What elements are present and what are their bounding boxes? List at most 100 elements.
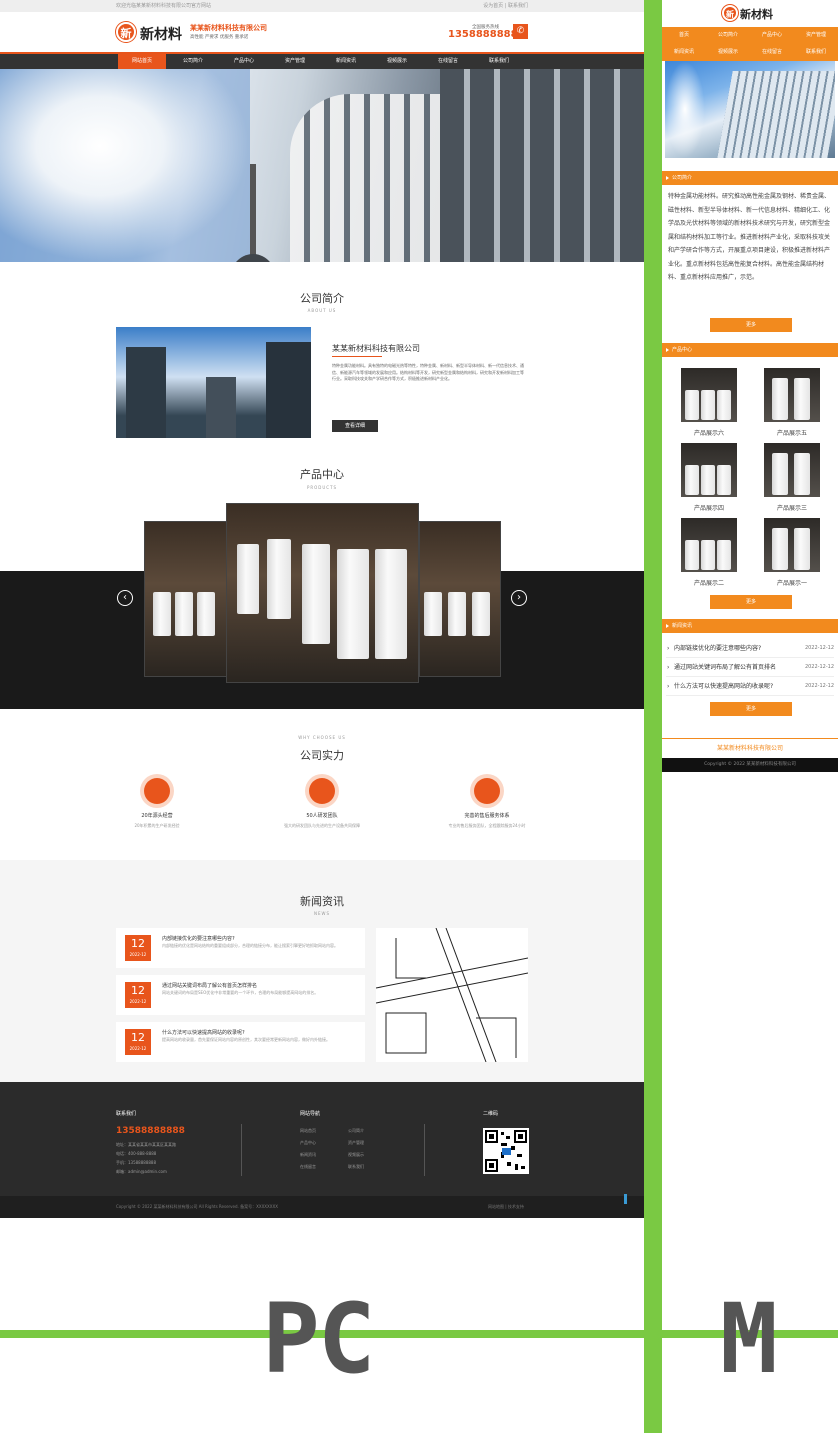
phone-icon: ✆ (513, 24, 528, 39)
footer-nav-link[interactable]: 视频展示 (348, 1152, 364, 1158)
main-nav: 网站首页 公司简介 产品中心 资产管理 新闻资讯 视频展示 在线留言 联系我们 (0, 52, 644, 69)
footer-divider (424, 1124, 425, 1176)
bucket (794, 528, 810, 570)
news-item[interactable]: 12 2022-12 通过网站关键词布局了解公有首页怎样排名 网站关键词的布局是S… (116, 975, 365, 1015)
top-links[interactable]: 设为首页 | 联系我们 (483, 0, 528, 12)
m-news-item[interactable]: 通过网站关键词布局了解公有首页排名 2022-12-12 (666, 658, 834, 677)
m-cloud (665, 61, 705, 158)
footer-nav-link[interactable]: 公司简介 (348, 1128, 364, 1134)
carousel-next-button[interactable]: › (511, 590, 527, 606)
nav-news[interactable]: 新闻资讯 (322, 54, 370, 69)
nav-about[interactable]: 公司简介 (169, 54, 217, 69)
nav-home[interactable]: 网站首页 (118, 54, 166, 69)
m-product-image (764, 368, 820, 422)
m-news-title: 内部链接优化的要注意哪些内容? (674, 645, 762, 652)
strength-title: 公司实力 (300, 749, 344, 762)
bucket (794, 378, 810, 420)
m-product-card[interactable]: 产品展示二 (681, 518, 737, 587)
m-nav-item[interactable]: 在线留言 (750, 44, 794, 61)
m-nav-item[interactable]: 产品中心 (750, 27, 794, 44)
m-news-item[interactable]: 内部链接优化的要注意哪些内容? 2022-12-12 (666, 639, 834, 658)
logo-icon: 新 (116, 22, 136, 42)
m-nav-item[interactable]: 公司简介 (706, 27, 750, 44)
copyright: Copyright © 2022 某某新材料科技有限公司 All Rights … (116, 1204, 279, 1209)
m-news-date: 2022-12-12 (804, 683, 834, 689)
news-item-title: 通过网站关键词布局了解公有首页怎样排名 (162, 983, 258, 989)
m-nav-item[interactable]: 视频展示 (706, 44, 750, 61)
nav-video[interactable]: 视频展示 (373, 54, 421, 69)
m-products-more-button[interactable]: 更多 (710, 595, 792, 609)
footer-nav-link[interactable]: 在线留言 (300, 1164, 316, 1170)
news-item[interactable]: 12 2022-12 什么方法可以快速提高网站的收录呢? 提高网站的收录量，首先要… (116, 1022, 365, 1062)
strength-item: 完善的售后服务体系 专业的售后服务团队，全程跟踪服务24小时 (437, 778, 537, 829)
m-product-caption: 产品展示六 (693, 430, 724, 437)
about-more-button[interactable]: 查看详细 (332, 420, 378, 432)
strength-icon (309, 778, 335, 804)
m-label: M (720, 1283, 778, 1395)
tower-mast (250, 164, 256, 262)
news-day: 12 (131, 984, 145, 997)
products-subtitle: PRODUCTS (306, 485, 338, 490)
nav-message[interactable]: 在线留言 (424, 54, 472, 69)
m-product-caption: 产品展示二 (693, 580, 724, 587)
m-nav-item[interactable]: 新闻资讯 (662, 44, 706, 61)
m-news-item[interactable]: 什么方法可以快速提高网站的收录呢? 2022-12-12 (666, 677, 834, 696)
about-subtitle: ABOUT US (307, 308, 337, 313)
bucket (794, 453, 810, 495)
mobile-preview: 新 新材料 首页 公司简介 产品中心 资产管理 新闻资讯 视频展示 在线留言 联… (662, 0, 838, 1433)
about-company: 某某新材料科技有限公司 (332, 344, 420, 353)
building-metal (440, 69, 644, 262)
m-product-card[interactable]: 产品展示五 (764, 368, 820, 437)
m-product-card[interactable]: 产品展示六 (681, 368, 737, 437)
footer-nav-link[interactable]: 联系我们 (348, 1164, 364, 1170)
footer-divider (241, 1124, 242, 1176)
company-name: 某某新材料科技有限公司 (190, 24, 267, 32)
bucket (701, 390, 715, 420)
m-product-caption: 产品展示四 (693, 505, 724, 512)
footer-nav-link[interactable]: 网站首页 (300, 1128, 316, 1134)
footer-nav-link[interactable]: 资产管理 (348, 1140, 364, 1146)
bucket (237, 544, 259, 614)
footer-contact-title: 联系我们 (116, 1111, 137, 1117)
m-product-card[interactable]: 产品展示一 (764, 518, 820, 587)
news-item-summary: 网站关键词的布局是SEO优化中非常重要的一个环节，合理的布局能够提高网站的排名。 (162, 990, 319, 995)
product-slide-center[interactable] (226, 503, 419, 683)
m-product-card[interactable]: 产品展示三 (764, 443, 820, 512)
m-nav-item[interactable]: 首页 (662, 27, 706, 44)
product-slide-right[interactable] (419, 521, 501, 677)
bucket (175, 592, 193, 636)
footer-nav-link[interactable]: 产品中心 (300, 1140, 316, 1146)
footer-bottom-links[interactable]: 网站地图 | 技术支持 (488, 1196, 524, 1218)
m-about-more-button[interactable]: 更多 (710, 318, 792, 332)
building-white (290, 94, 440, 262)
nav-products[interactable]: 产品中心 (220, 54, 268, 69)
strength-item-desc: 专业的售后服务团队，全程跟踪服务24小时 (448, 823, 526, 828)
m-product-image (681, 368, 737, 422)
products-title: 产品中心 (300, 468, 344, 481)
strength-item-title: 50人研发团队 (306, 813, 338, 819)
top-bar: 欢迎光临某某新材料科技有限公司官方网站 设为首页 | 联系我们 (0, 0, 644, 12)
m-news-title: 什么方法可以快速提高网站的收录呢? (674, 683, 774, 690)
scroll-top-icon[interactable] (624, 1194, 627, 1204)
bucket (701, 465, 715, 495)
m-nav-item[interactable]: 联系我们 (794, 44, 838, 61)
m-news-more-button[interactable]: 更多 (710, 702, 792, 716)
product-slide-left[interactable] (144, 521, 228, 677)
m-product-caption: 产品展示三 (776, 505, 807, 512)
carousel-prev-button[interactable]: ‹ (117, 590, 133, 606)
strength-icon (144, 778, 170, 804)
bucket (772, 378, 788, 420)
footer-nav-link[interactable]: 新闻资讯 (300, 1152, 316, 1158)
m-news-date: 2022-12-12 (804, 645, 834, 651)
m-footer-company: 某某新材料科技有限公司 (716, 745, 783, 752)
bucket (772, 453, 788, 495)
news-item[interactable]: 12 2022-12 内部链接优化的要注意哪些内容? 内部链接的优化是网站结构的重… (116, 928, 365, 968)
footer-tel: 电话：400-888-8888 (116, 1151, 157, 1156)
nav-assets[interactable]: 资产管理 (271, 54, 319, 69)
m-nav-item[interactable]: 资产管理 (794, 27, 838, 44)
cloud-image (0, 69, 250, 262)
news-title: 新闻资讯 (300, 895, 344, 908)
welcome-text: 欢迎光临某某新材料科技有限公司官方网站 (116, 3, 212, 9)
nav-contact[interactable]: 联系我们 (475, 54, 523, 69)
m-product-card[interactable]: 产品展示四 (681, 443, 737, 512)
